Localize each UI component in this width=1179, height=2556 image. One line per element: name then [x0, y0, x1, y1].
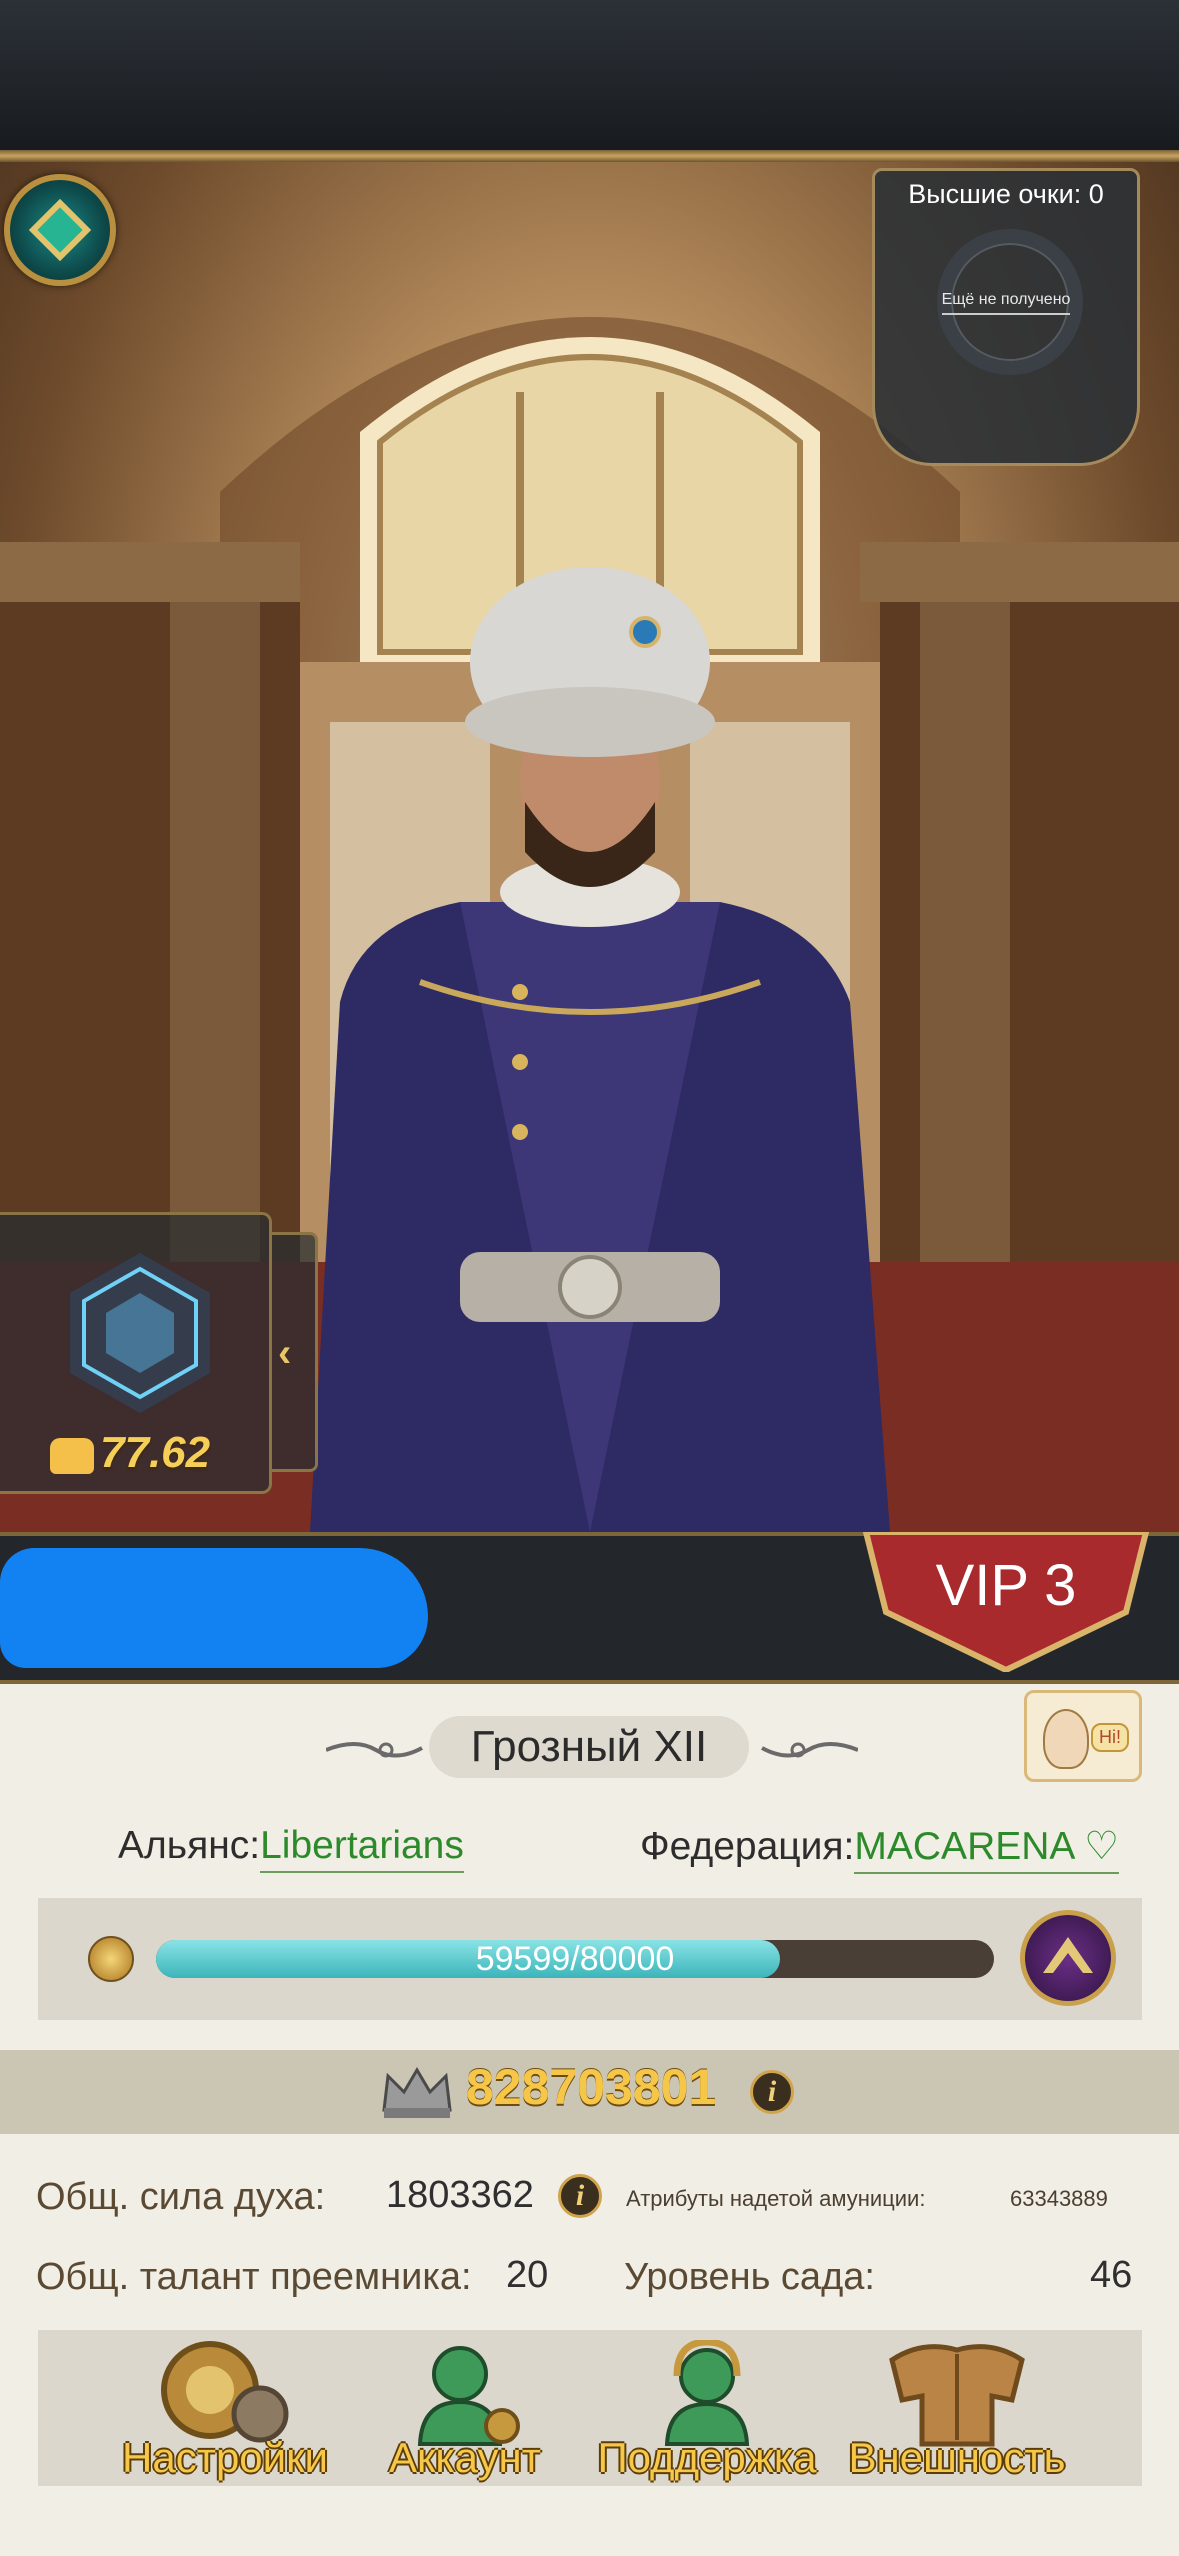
score-status-text: Ещё не получено — [941, 291, 1071, 315]
heir-label: Общ. талант преемника: — [36, 2256, 472, 2298]
federation-link[interactable]: MACARENA ♡ — [854, 1825, 1120, 1874]
settings-button[interactable]: Настройки — [100, 2340, 350, 2490]
spirit-value: 1803362 — [386, 2174, 534, 2216]
gear-value: 63343889 — [1010, 2186, 1108, 2211]
alliance-label: Альянс: — [118, 1824, 261, 1867]
support-label: Поддержка — [597, 2434, 817, 2481]
expand-panel-button[interactable]: ‹ — [272, 1232, 318, 1472]
vip-badge[interactable]: VIP 3 — [856, 1529, 1156, 1674]
appearance-button[interactable]: Внешность — [832, 2340, 1082, 2490]
alliance-row: Альянс:Libertarians — [118, 1824, 464, 1873]
alliance-link[interactable]: Libertarians — [260, 1824, 464, 1873]
account-button[interactable]: Аккаунт — [370, 2340, 560, 2490]
rank-chevron-icon — [1043, 1937, 1093, 1973]
score-status: Ещё не получено — [875, 291, 1137, 315]
redacted-player-name — [0, 1548, 428, 1668]
experience-panel: 59599/80000 — [38, 1898, 1142, 2020]
spirit-label: Общ. сила духа: — [36, 2176, 326, 2218]
federation-label: Федерация: — [640, 1825, 855, 1868]
experience-bar: 59599/80000 — [156, 1940, 994, 1978]
total-power-bar: 828703801 i — [0, 2050, 1179, 2134]
assistant-avatar-icon — [1043, 1709, 1089, 1769]
top-banner — [0, 0, 1179, 162]
settings-label: Настройки — [122, 2434, 328, 2481]
fist-power-icon — [50, 1438, 94, 1474]
power-value: 77.62 — [100, 1428, 211, 1477]
spirit-info-icon[interactable]: i — [558, 2174, 602, 2218]
heir-value: 20 — [506, 2254, 549, 2296]
support-button[interactable]: Поддержка — [582, 2338, 832, 2490]
left-flourish-icon — [326, 1742, 423, 1758]
gear-label: Атрибуты надетой амуниции: — [626, 2186, 926, 2211]
account-label: Аккаунт — [388, 2434, 541, 2481]
highest-score-panel[interactable]: Высшие очки: 0 Ещё не получено — [872, 168, 1140, 466]
garden-value: 46 — [1090, 2254, 1133, 2296]
title-row: Грозный XII — [0, 1716, 1179, 1780]
gold-trim-divider — [0, 150, 1179, 162]
hi-label: Hi! — [1091, 1723, 1129, 1752]
player-title: Грозный XII — [429, 1716, 749, 1778]
assistant-button[interactable]: Hi! — [1024, 1690, 1142, 1782]
power-info-icon[interactable]: i — [750, 2070, 794, 2114]
vip-label: VIP 3 — [935, 1553, 1077, 1618]
chevron-left-icon: ‹ — [278, 1331, 292, 1375]
crown-icon — [382, 2067, 452, 2118]
total-power-value: 828703801 — [466, 2059, 717, 2115]
emblem-button[interactable] — [0, 168, 120, 298]
rank-emblem-button[interactable] — [1020, 1910, 1116, 2006]
appearance-label: Внешность — [848, 2434, 1066, 2481]
federation-row: Федерация:MACARENA ♡ — [640, 1824, 1120, 1874]
right-flourish-icon — [761, 1742, 858, 1758]
experience-text: 59599/80000 — [475, 1940, 675, 1978]
star-medal-icon — [88, 1936, 134, 1982]
hexagon-icon — [70, 1253, 210, 1413]
garden-label: Уровень сада: — [624, 2256, 875, 2298]
highest-score-title: Высшие очки: 0 — [908, 179, 1104, 209]
